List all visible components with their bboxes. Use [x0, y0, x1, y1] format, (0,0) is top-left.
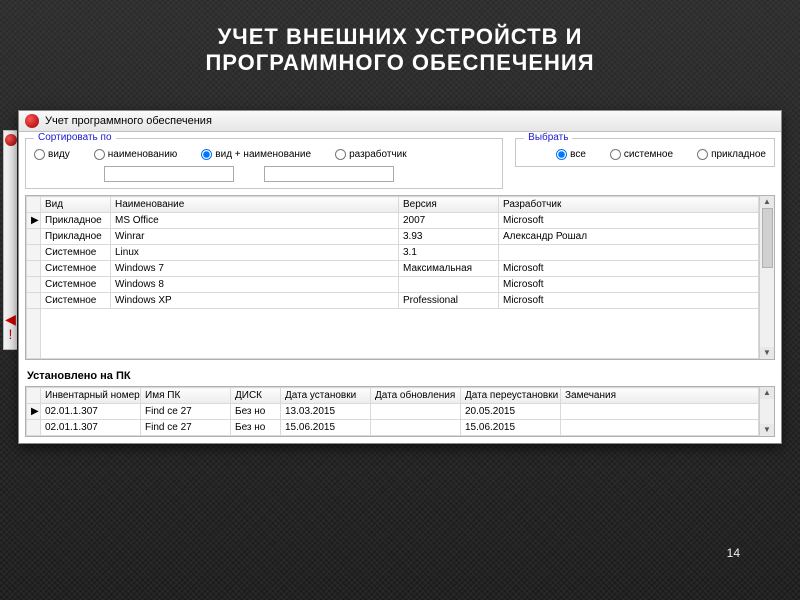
sort-radio-name[interactable]: наименованию: [94, 149, 178, 160]
scroll-down-icon[interactable]: ▼: [760, 347, 774, 359]
col-kind[interactable]: Вид: [41, 197, 111, 213]
sort-radio-developer[interactable]: разработчик: [335, 149, 407, 160]
select-radio-system[interactable]: системное: [610, 149, 673, 160]
installed-grid[interactable]: Инвентарный номер Имя ПК ДИСК Дата устан…: [25, 386, 775, 437]
sort-radio-kind-name[interactable]: вид + наименование: [201, 149, 311, 160]
scroll-up-icon[interactable]: ▲: [760, 196, 774, 208]
table-row[interactable]: СистемноеWindows XPProfessionalMicrosoft: [27, 293, 759, 309]
search-input-2[interactable]: [264, 166, 394, 182]
table-row[interactable]: СистемноеWindows 8Microsoft: [27, 277, 759, 293]
col-install[interactable]: Дата установки: [281, 388, 371, 404]
scrollbar-2[interactable]: ▲ ▼: [759, 387, 774, 436]
table-row[interactable]: ПрикладноеWinrar3.93Александр Рошал: [27, 229, 759, 245]
col-version[interactable]: Версия: [399, 197, 499, 213]
search-input-1[interactable]: [104, 166, 234, 182]
titlebar[interactable]: Учет программного обеспечения: [19, 111, 781, 132]
grid2-header-row[interactable]: Инвентарный номер Имя ПК ДИСК Дата устан…: [27, 388, 759, 404]
software-window: Учет программного обеспечения Сортироват…: [18, 110, 782, 444]
scroll-up-icon[interactable]: ▲: [760, 387, 774, 399]
left-toolbar: ◀ !: [3, 130, 17, 350]
col-disk[interactable]: ДИСК: [231, 388, 281, 404]
sort-legend: Сортировать по: [34, 132, 116, 143]
col-developer[interactable]: Разработчик: [499, 197, 759, 213]
table-row[interactable]: ▶02.01.1.307Find ce 27Без но13.03.201520…: [27, 404, 759, 420]
app-icon: [25, 114, 39, 128]
col-notes[interactable]: Замечания: [561, 388, 759, 404]
scroll-down-icon[interactable]: ▼: [760, 424, 774, 436]
installed-title: Установлено на ПК: [19, 366, 781, 386]
table-row[interactable]: ▶ПрикладноеMS Office2007Microsoft: [27, 213, 759, 229]
grid-header-row[interactable]: Вид Наименование Версия Разработчик: [27, 197, 759, 213]
sort-groupbox: Сортировать по виду наименованию вид + н…: [25, 138, 503, 189]
scrollbar[interactable]: ▲ ▼: [759, 196, 774, 359]
slide-title: УЧЕТ ВНЕШНИХ УСТРОЙСТВ И ПРОГРАММНОГО ОБ…: [0, 0, 800, 95]
table-row[interactable]: СистемноеWindows 7МаксимальнаяMicrosoft: [27, 261, 759, 277]
table-row[interactable]: СистемноеLinux3.1: [27, 245, 759, 261]
warning-icon: !: [4, 326, 17, 342]
select-legend: Выбрать: [524, 132, 572, 143]
col-update[interactable]: Дата обновления: [371, 388, 461, 404]
select-groupbox: Выбрать все системное прикладное: [515, 138, 775, 167]
select-radio-all[interactable]: все: [556, 149, 586, 160]
software-grid[interactable]: Вид Наименование Версия Разработчик ▶При…: [25, 195, 775, 360]
table-row[interactable]: 02.01.1.307Find ce 27Без но15.06.201515.…: [27, 420, 759, 436]
select-radio-app[interactable]: прикладное: [697, 149, 766, 160]
sort-radio-kind[interactable]: виду: [34, 149, 70, 160]
col-inv[interactable]: Инвентарный номер: [41, 388, 141, 404]
scroll-thumb[interactable]: [762, 208, 773, 268]
page-number: 14: [727, 546, 740, 560]
col-name[interactable]: Наименование: [111, 197, 399, 213]
col-pc[interactable]: Имя ПК: [141, 388, 231, 404]
col-reinstall[interactable]: Дата переустановки: [461, 388, 561, 404]
window-title: Учет программного обеспечения: [45, 115, 212, 127]
